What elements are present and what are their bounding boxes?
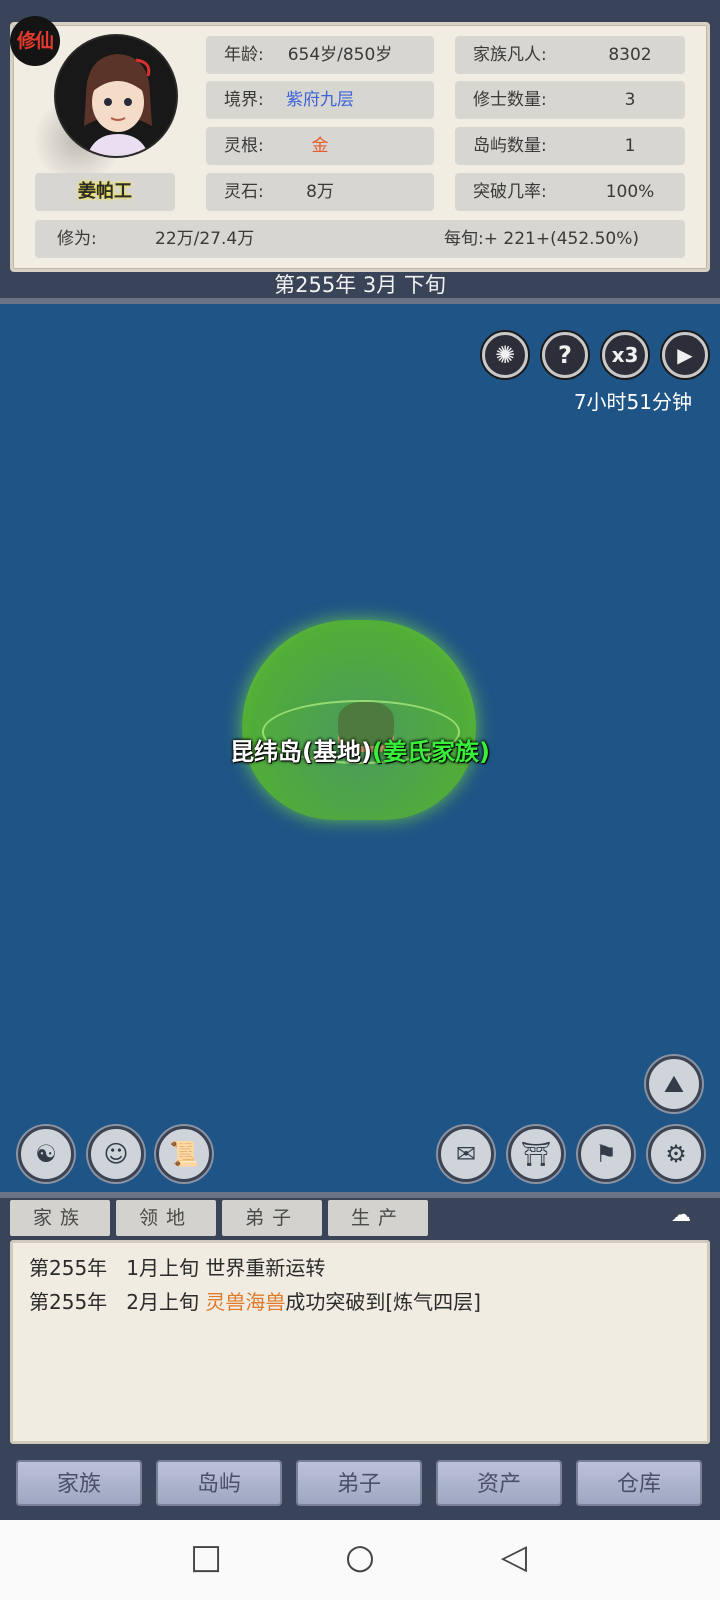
- stones-value: 8万: [306, 182, 334, 202]
- speed-button[interactable]: x3: [602, 332, 648, 378]
- island-label[interactable]: 昆纬岛(基地)(姜氏家族): [0, 732, 720, 767]
- play-button[interactable]: ▶: [662, 332, 708, 378]
- mountain-button[interactable]: ⛰: [646, 1056, 702, 1112]
- cultivation-label: 修为:: [57, 229, 97, 249]
- log-entry: 第255年 2月上旬 灵兽海兽成功突破到[炼气四层]: [29, 1285, 691, 1319]
- island-clan: (姜氏家族): [372, 738, 490, 766]
- gear-icon: ⚙: [665, 1140, 687, 1168]
- log-period: 1月上旬: [126, 1256, 199, 1280]
- islands-value: 1: [624, 136, 636, 156]
- avatar-portrait: [56, 36, 176, 156]
- mortals-stat: 家族凡人: 8302: [455, 36, 685, 74]
- per-period-gain: 每旬:+ 221+(452.50%): [444, 229, 639, 249]
- player-avatar[interactable]: [54, 34, 178, 158]
- meditate-icon: ☯: [35, 1140, 57, 1168]
- mortals-value: 8302: [608, 45, 652, 65]
- quest-button[interactable]: ✉: [438, 1126, 494, 1182]
- log-year: 第255年: [29, 1290, 108, 1314]
- nav-disciples[interactable]: 弟子: [296, 1460, 422, 1506]
- chat-icon[interactable]: ☁: [656, 1200, 706, 1228]
- log-text: 世界重新运转: [205, 1256, 326, 1280]
- player-name[interactable]: 姜帕工: [35, 173, 175, 211]
- cultivation-bar: 修为: 22万/27.4万 每旬:+ 221+(452.50%): [35, 220, 685, 258]
- emblem-icon: ✺: [494, 341, 516, 369]
- island-name: 昆纬岛(基地): [230, 738, 372, 766]
- cultivation-value: 22万/27.4万: [155, 229, 255, 249]
- sect-hall-button[interactable]: ⛩: [508, 1126, 564, 1182]
- stones-stat: 灵石: 8万: [206, 173, 434, 211]
- nav-assets[interactable]: 资产: [436, 1460, 562, 1506]
- root-stat: 灵根: 金: [206, 127, 434, 165]
- sea-map[interactable]: ✺ ? x3 ▶ 7小时51分钟 昆纬岛(基地)(姜氏家族) ⛰ ☯ ☺ 📜 ✉…: [0, 304, 720, 1192]
- person-icon: ☺: [103, 1140, 129, 1168]
- log-beast: 灵兽海兽: [205, 1290, 286, 1314]
- meditate-button[interactable]: ☯: [18, 1126, 74, 1182]
- tab-disciples[interactable]: 弟子: [222, 1200, 322, 1236]
- game-date: 第255年 3月 下旬: [274, 273, 446, 297]
- speed-label: x3: [611, 343, 639, 367]
- tab-territory[interactable]: 领地: [116, 1200, 216, 1236]
- home-icon[interactable]: ○: [340, 1537, 380, 1577]
- realm-value: 紫府九层: [286, 90, 354, 110]
- log-period: 2月上旬: [126, 1290, 199, 1314]
- offline-timer: 7小时51分钟: [573, 390, 692, 414]
- breakthrough-value: 100%: [605, 182, 655, 202]
- scroll-icon: 📜: [169, 1140, 199, 1168]
- scroll-button[interactable]: 📜: [156, 1126, 212, 1182]
- log-text: 成功突破到[炼气四层]: [285, 1290, 481, 1314]
- log-year: 第255年: [29, 1256, 108, 1280]
- pavilion-icon: ⛩: [520, 1140, 552, 1168]
- help-button[interactable]: ?: [542, 332, 588, 378]
- flag-icon: ⚑: [595, 1140, 617, 1168]
- sect-emblem-button[interactable]: ✺: [482, 332, 528, 378]
- explore-button[interactable]: ⚑: [578, 1126, 634, 1182]
- tab-production[interactable]: 生产: [328, 1200, 428, 1236]
- root-value: 金: [311, 136, 329, 156]
- document-icon: ✉: [455, 1140, 477, 1168]
- nav-clan[interactable]: 家族: [16, 1460, 142, 1506]
- age-value: 654岁/850岁: [287, 45, 393, 65]
- character-button[interactable]: ☺: [88, 1126, 144, 1182]
- age-stat: 年龄: 654岁/850岁: [206, 36, 434, 74]
- play-icon: ▶: [677, 343, 693, 367]
- nav-islands[interactable]: 岛屿: [156, 1460, 282, 1506]
- islands-stat: 岛屿数量: 1: [455, 127, 685, 165]
- recent-apps-icon[interactable]: □: [186, 1537, 226, 1577]
- breakthrough-stat: 突破几率: 100%: [455, 173, 685, 211]
- log-entry: 第255年 1月上旬 世界重新运转: [29, 1251, 691, 1285]
- tab-clan[interactable]: 家族: [10, 1200, 110, 1236]
- event-log[interactable]: 第255年 1月上旬 世界重新运转 第255年 2月上旬 灵兽海兽成功突破到[炼…: [10, 1240, 710, 1444]
- settings-button[interactable]: ⚙: [648, 1126, 704, 1182]
- realm-stat: 境界: 紫府九层: [206, 81, 434, 119]
- cultivators-stat: 修士数量: 3: [455, 81, 685, 119]
- question-icon: ?: [558, 341, 572, 369]
- mountain-icon: ⛰: [663, 1070, 685, 1098]
- back-icon[interactable]: ◁: [494, 1537, 534, 1577]
- cultivators-value: 3: [624, 90, 636, 110]
- nav-warehouse[interactable]: 仓库: [576, 1460, 702, 1506]
- xiuxian-badge: 修仙: [10, 16, 60, 66]
